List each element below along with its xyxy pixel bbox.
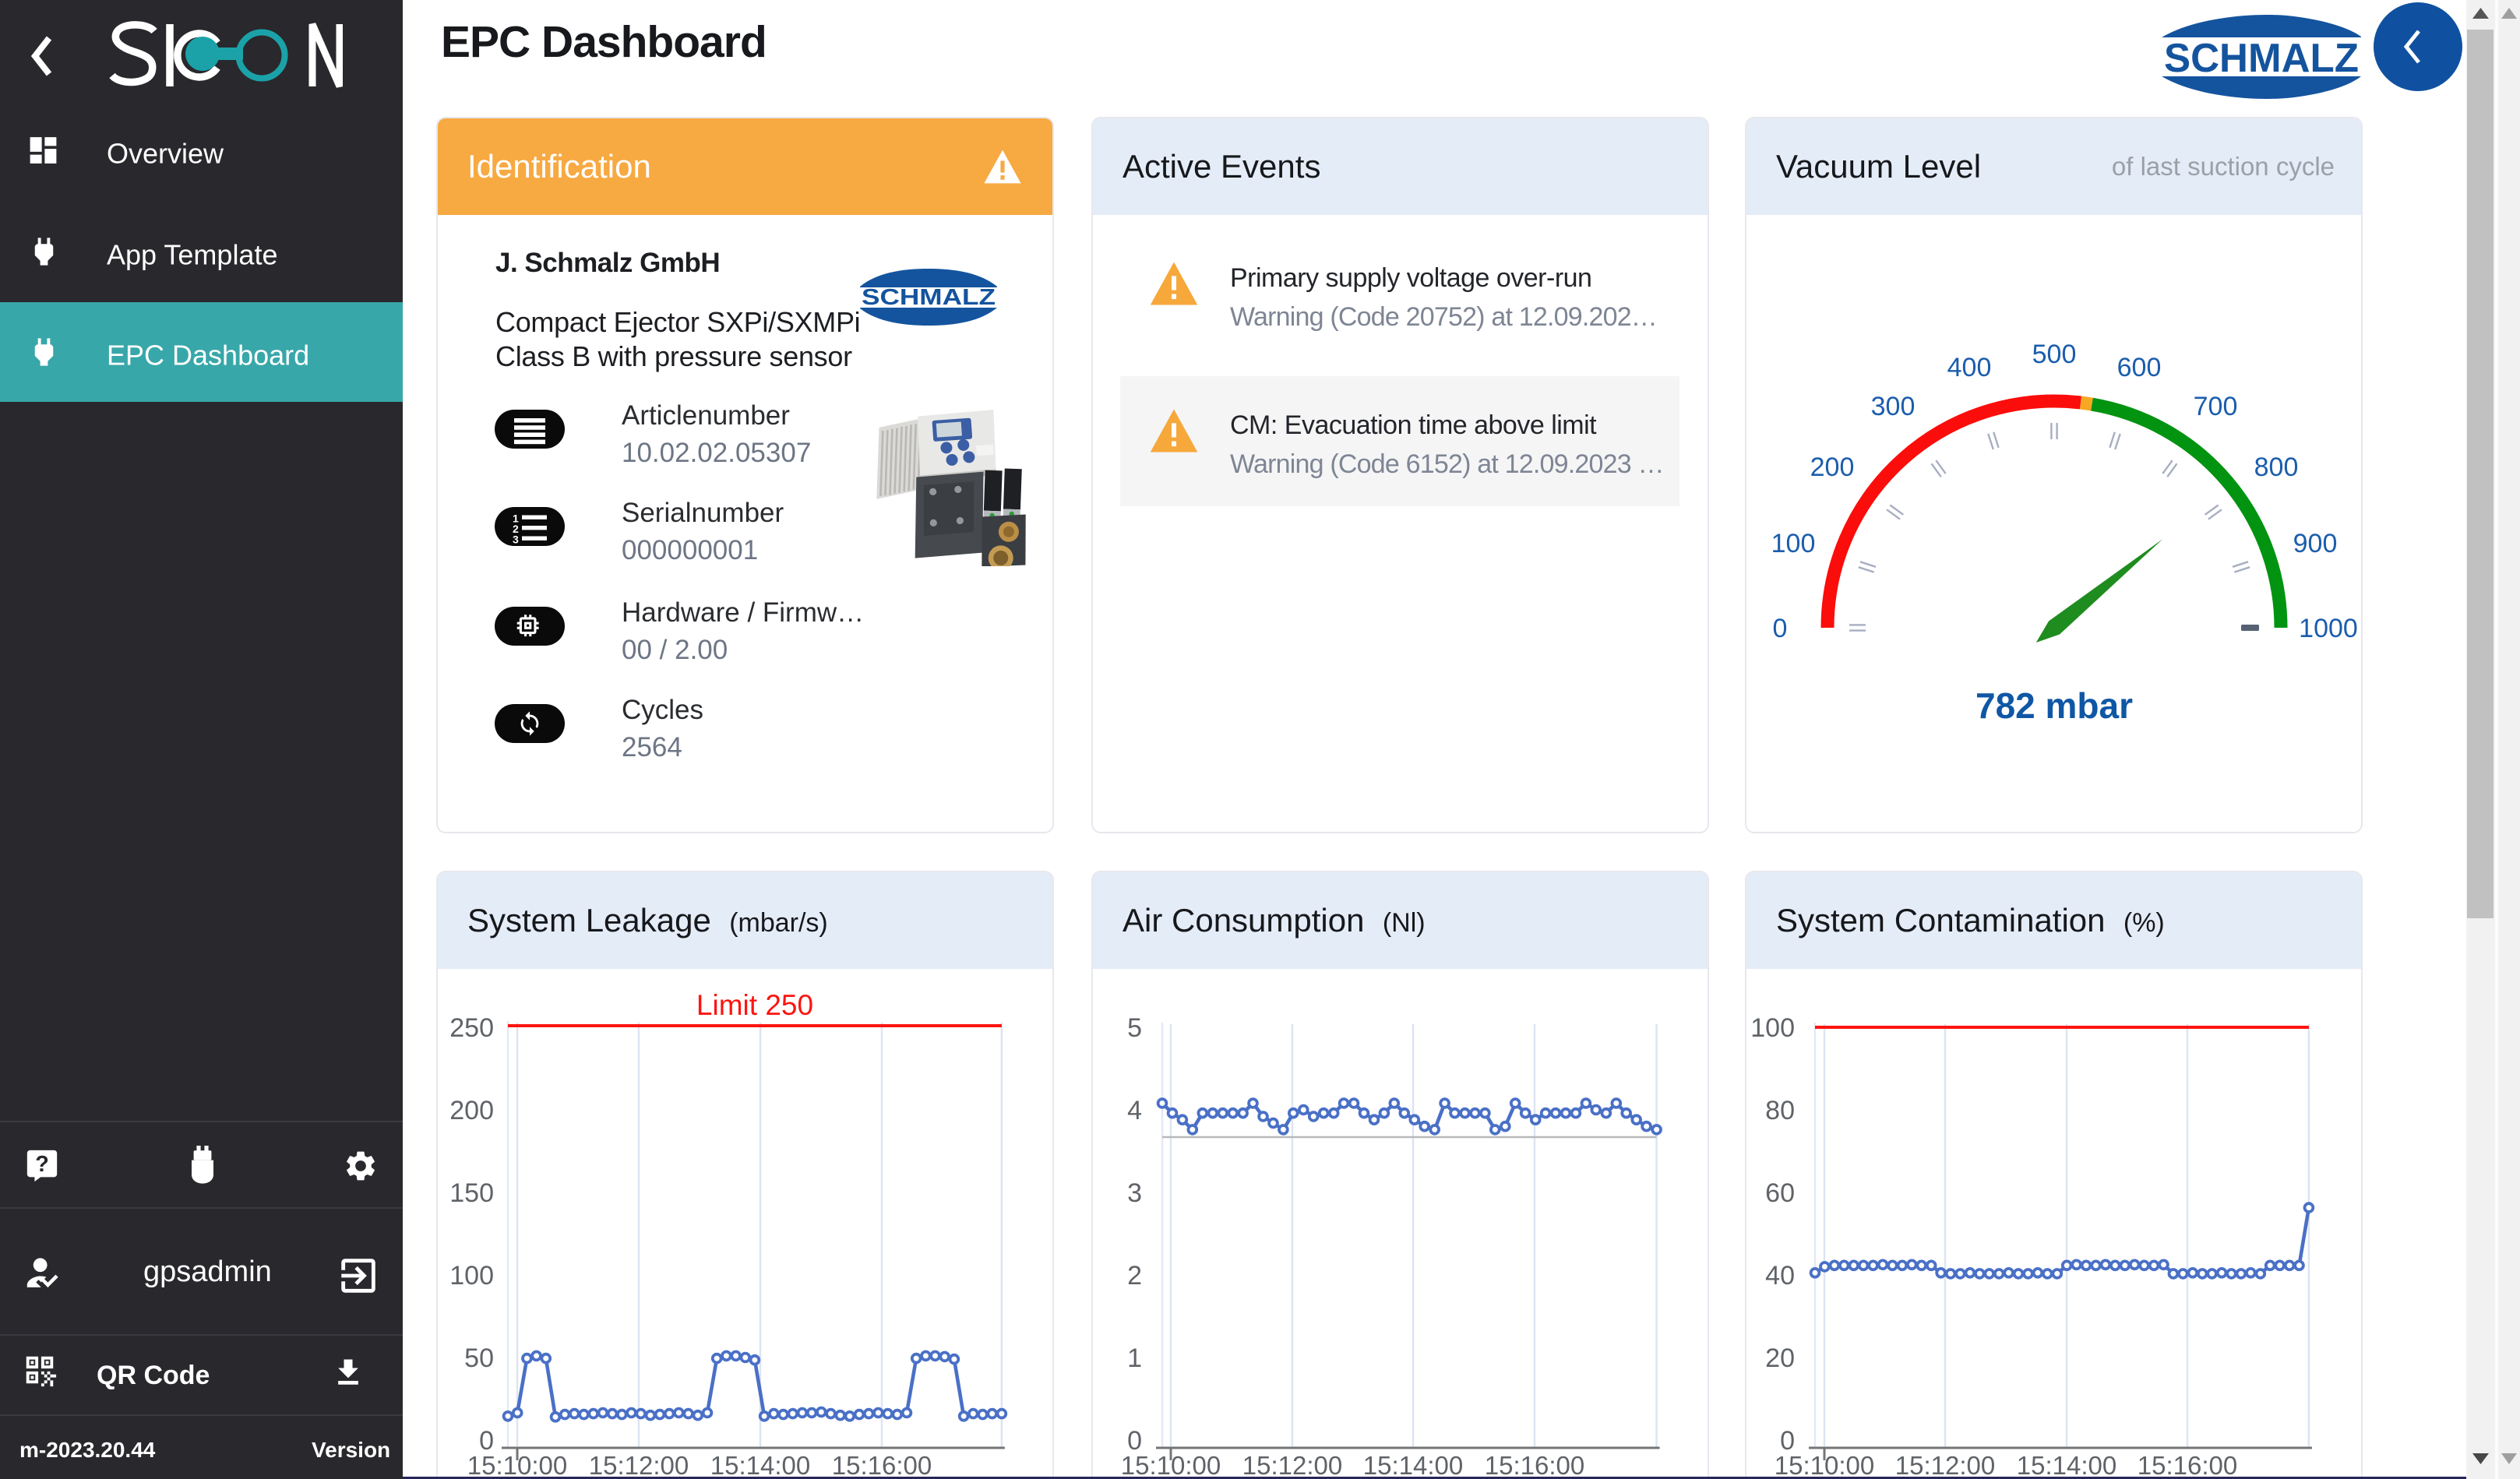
- svg-text:600: 600: [2117, 353, 2162, 382]
- svg-text:100: 100: [449, 1261, 494, 1291]
- svg-text:15:16:00: 15:16:00: [1485, 1451, 1584, 1479]
- svg-text:100: 100: [1771, 529, 1816, 558]
- svg-text:0: 0: [479, 1426, 494, 1456]
- svg-text:15:12:00: 15:12:00: [1242, 1451, 1342, 1479]
- svg-text:2: 2: [1127, 1261, 1142, 1291]
- svg-text:5: 5: [1127, 1013, 1142, 1043]
- svg-text:400: 400: [1947, 353, 1992, 382]
- svg-text:200: 200: [1810, 453, 1855, 482]
- svg-text:0: 0: [1780, 1426, 1795, 1456]
- svg-text:15:14:00: 15:14:00: [1363, 1451, 1463, 1479]
- svg-text:60: 60: [1765, 1178, 1795, 1208]
- svg-text:15:16:00: 15:16:00: [2138, 1451, 2237, 1479]
- svg-text:150: 150: [449, 1178, 494, 1208]
- svg-text:0: 0: [1773, 614, 1788, 643]
- svg-text:20: 20: [1765, 1343, 1795, 1373]
- svg-text:15:12:00: 15:12:00: [1895, 1451, 1995, 1479]
- svg-text:1: 1: [1127, 1343, 1142, 1373]
- svg-text:800: 800: [2254, 453, 2299, 482]
- svg-text:782 mbar: 782 mbar: [1975, 685, 2133, 726]
- svg-text:1000: 1000: [2299, 614, 2358, 643]
- svg-text:50: 50: [464, 1343, 494, 1373]
- svg-text:300: 300: [1871, 392, 1916, 421]
- svg-text:200: 200: [449, 1096, 494, 1125]
- svg-text:15:14:00: 15:14:00: [710, 1451, 810, 1479]
- svg-text:500: 500: [2032, 340, 2077, 369]
- svg-text:0: 0: [1127, 1426, 1142, 1456]
- svg-text:15:16:00: 15:16:00: [832, 1451, 932, 1479]
- svg-text:40: 40: [1765, 1261, 1795, 1291]
- svg-text:900: 900: [2293, 529, 2338, 558]
- svg-text:15:14:00: 15:14:00: [2017, 1451, 2116, 1479]
- svg-text:100: 100: [1750, 1013, 1795, 1043]
- svg-text:700: 700: [2194, 392, 2238, 421]
- svg-text:Limit 250: Limit 250: [696, 989, 813, 1021]
- svg-text:80: 80: [1765, 1096, 1795, 1125]
- svg-text:250: 250: [449, 1013, 494, 1043]
- svg-text:3: 3: [1127, 1178, 1142, 1208]
- svg-text:4: 4: [1127, 1096, 1142, 1125]
- svg-text:15:12:00: 15:12:00: [589, 1451, 689, 1479]
